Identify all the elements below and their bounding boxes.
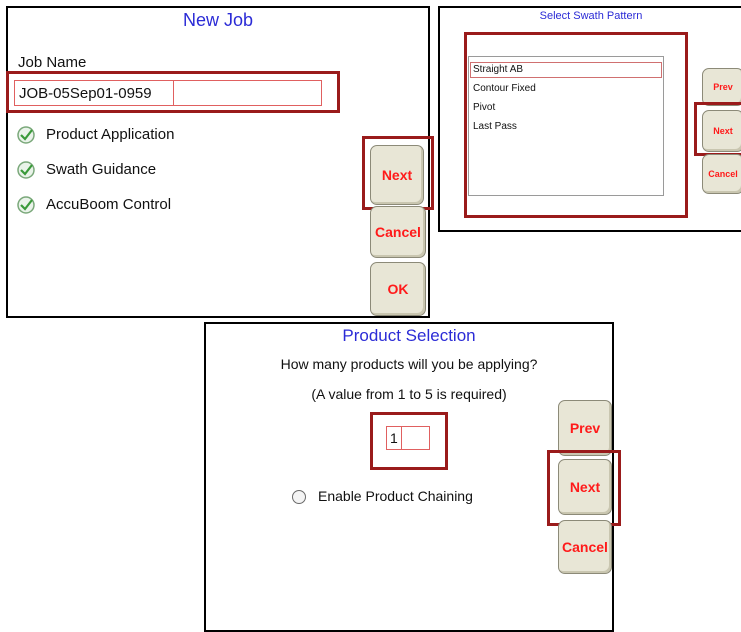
new-job-panel: New Job Job Name JOB-05Sep01-0959 Produc…	[6, 6, 434, 318]
product-hint: (A value from 1 to 5 is required)	[311, 386, 507, 402]
product-question: How many products will you be applying?	[280, 356, 538, 372]
prev-button[interactable]: Prev	[702, 68, 741, 106]
cancel-button[interactable]: Cancel	[702, 154, 741, 194]
option-label: Product Application	[46, 126, 175, 143]
next-button-highlight	[547, 450, 621, 526]
radio-button[interactable]	[292, 490, 306, 504]
ok-button[interactable]: OK	[370, 262, 426, 316]
next-button-highlight	[362, 136, 434, 210]
job-name-highlight	[6, 71, 340, 113]
swath-pattern-title: Select Swath Pattern	[539, 10, 643, 22]
prev-button[interactable]: Prev	[558, 400, 612, 456]
cancel-button[interactable]: Cancel	[558, 520, 612, 574]
product-selection-panel: Product Selection How many products will…	[204, 322, 621, 632]
check-circle-icon	[17, 196, 35, 214]
chaining-label: Enable Product Chaining	[318, 488, 473, 504]
product-count-highlight	[370, 412, 448, 470]
option-label: Swath Guidance	[46, 161, 157, 178]
swath-pattern-panel: Select Swath Pattern Straight AB Contour…	[438, 6, 741, 232]
new-job-title: New Job	[182, 10, 254, 30]
job-name-label: Job Name	[18, 54, 87, 71]
option-label: AccuBoom Control	[46, 196, 172, 213]
check-circle-icon	[17, 126, 35, 144]
product-selection-title: Product Selection	[342, 326, 476, 345]
next-button-highlight	[694, 102, 741, 156]
cancel-button[interactable]: Cancel	[370, 206, 426, 258]
swath-list-highlight	[464, 32, 688, 218]
check-circle-icon	[17, 161, 35, 179]
